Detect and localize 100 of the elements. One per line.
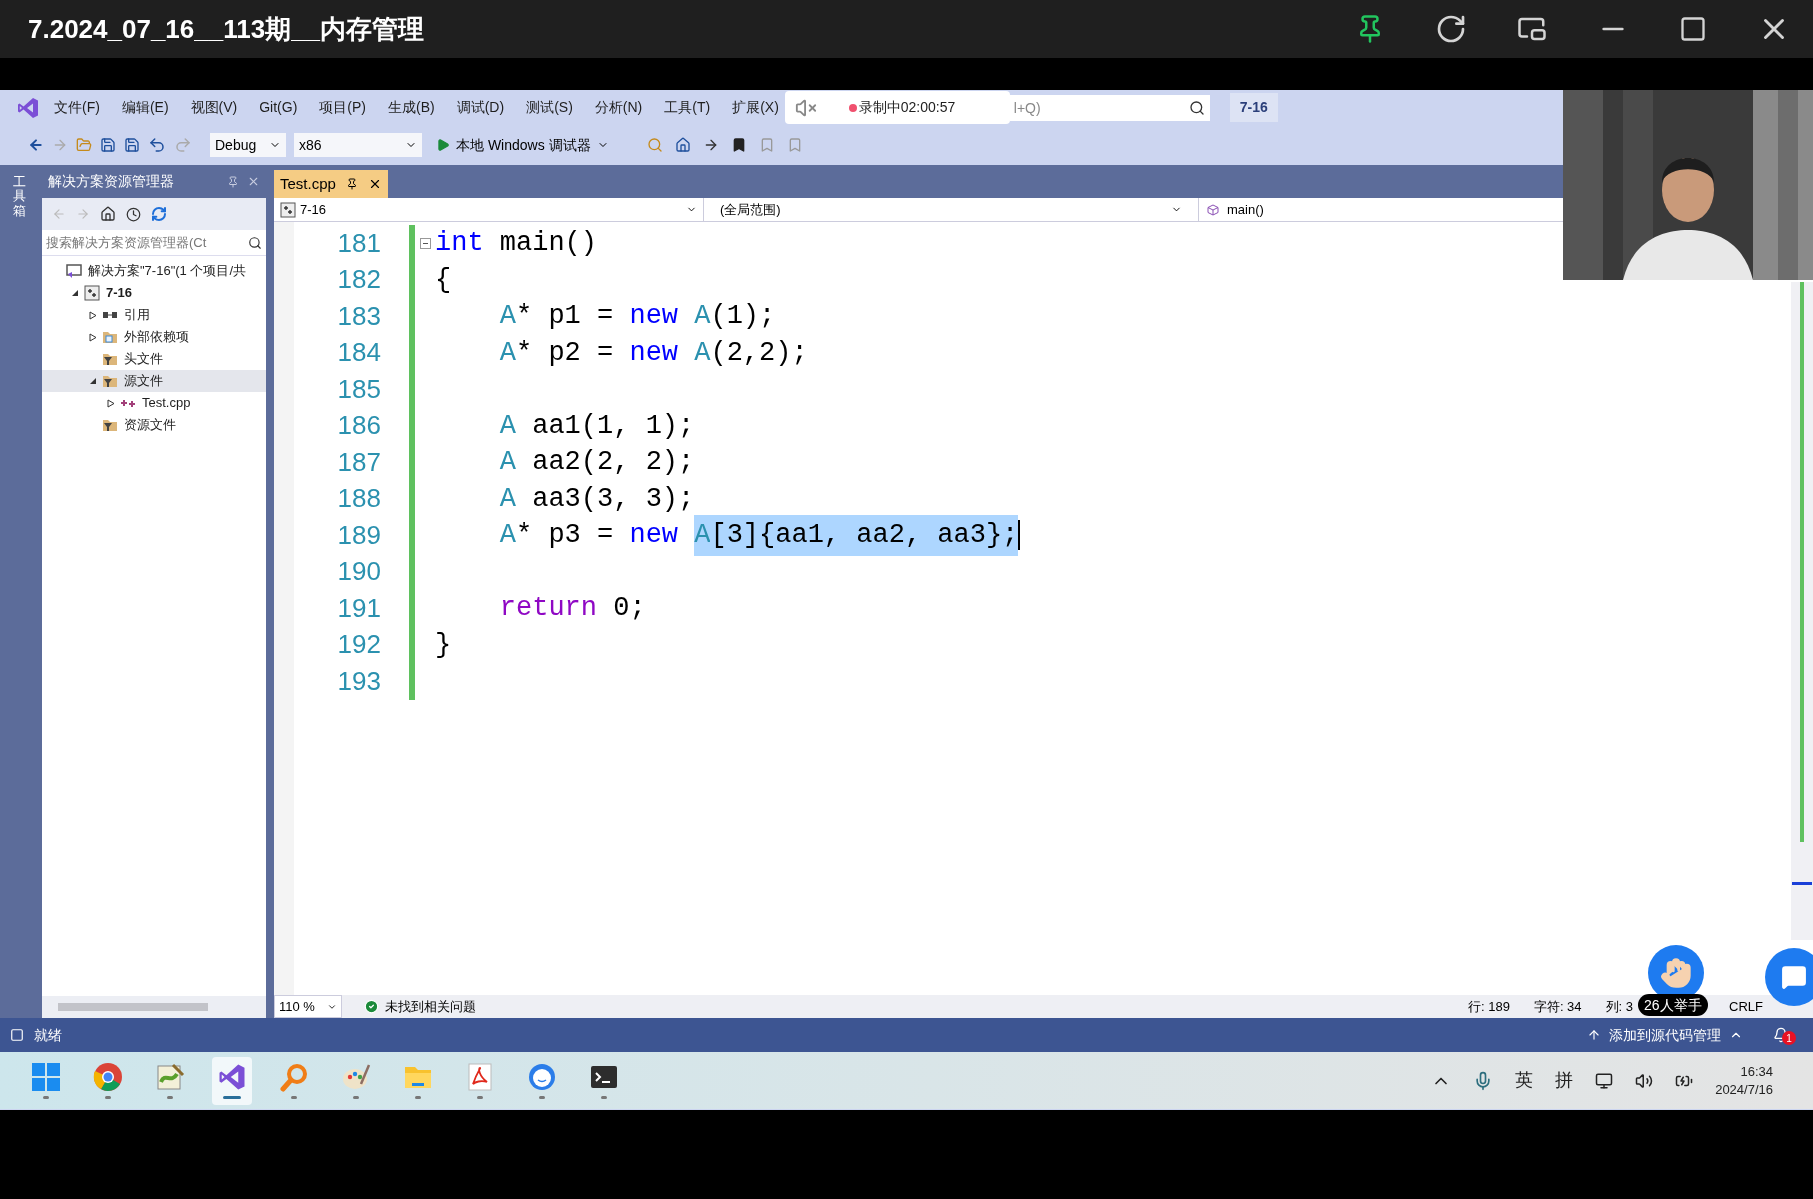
save-all-icon[interactable]: [124, 137, 140, 153]
tree-item[interactable]: 7-16: [42, 282, 266, 304]
expanded-arrow-icon[interactable]: [71, 289, 79, 297]
menu-item[interactable]: 分析(N): [594, 97, 643, 118]
toolbox-tab[interactable]: 工具箱: [12, 175, 26, 1018]
home-icon[interactable]: [100, 206, 116, 222]
code-line: {: [435, 263, 452, 297]
volume-icon[interactable]: [1635, 1071, 1654, 1090]
raise-hand-count[interactable]: 26人举手: [1638, 994, 1708, 1016]
char-position: 字符: 34: [1533, 997, 1582, 1016]
ime-mode[interactable]: 拼: [1555, 1067, 1574, 1094]
menu-item[interactable]: 编辑(E): [121, 97, 169, 118]
menu-item[interactable]: 文件(F): [54, 97, 100, 118]
back-icon[interactable]: [28, 137, 44, 153]
search-icon[interactable]: [1183, 94, 1210, 121]
horizontal-scrollbar[interactable]: [42, 996, 266, 1018]
search-field[interactable]: 搜索解决方案资源管理器(Ct: [42, 230, 266, 256]
filter-folder-icon: [102, 351, 118, 367]
menu-item[interactable]: Git(G): [259, 97, 298, 118]
collapsed-arrow-icon[interactable]: [89, 310, 97, 320]
line-number: 181: [336, 226, 382, 260]
line-number: 185: [336, 372, 382, 406]
menu-item[interactable]: 生成(B): [388, 97, 435, 118]
filter-folder-icon: [102, 373, 118, 389]
menu-item[interactable]: 项目(P): [319, 97, 366, 118]
menu-item[interactable]: 调试(D): [456, 97, 505, 118]
source-control-button[interactable]: 添加到源代码管理: [1587, 1024, 1743, 1046]
tree-item[interactable]: 资源文件: [42, 414, 266, 436]
line-number: 186: [336, 409, 382, 443]
line-number: 188: [336, 482, 382, 516]
line-number: 182: [336, 263, 382, 297]
refresh-icon[interactable]: [1435, 13, 1467, 45]
editor-tab[interactable]: Test.cpp: [274, 170, 388, 198]
line-number: 187: [336, 445, 382, 479]
menu-item[interactable]: 工具(T): [664, 97, 711, 118]
tree-item[interactable]: 外部依赖项: [42, 326, 266, 348]
line-position: 行: 189: [1467, 997, 1510, 1016]
line-number: 193: [336, 664, 382, 698]
tree-item[interactable]: 源文件: [42, 370, 266, 392]
smiley-app-icon[interactable]: [527, 1062, 557, 1092]
taskbar-app[interactable]: [212, 1056, 252, 1105]
code-line: A* p2 = new A(2,2);: [498, 336, 808, 370]
collapsed-arrow-icon[interactable]: [89, 332, 97, 342]
vertical-scrollbar[interactable]: [1791, 282, 1813, 940]
notepad-icon[interactable]: [155, 1062, 185, 1092]
pin-icon[interactable]: [345, 178, 358, 190]
collapsed-arrow-icon[interactable]: [107, 398, 115, 408]
tree-item[interactable]: Test.cpp: [42, 392, 266, 414]
save-icon[interactable]: [100, 137, 116, 153]
menu-item[interactable]: 测试(S): [526, 97, 573, 118]
start-icon[interactable]: [31, 1062, 61, 1092]
status-text: 就绪: [34, 1025, 62, 1045]
column-position: 列: 3: [1605, 997, 1634, 1016]
ime-language[interactable]: 英: [1515, 1067, 1534, 1094]
tree-item[interactable]: 解决方案"7-16"(1 个项目/共: [42, 260, 266, 282]
line-number: 190: [336, 555, 382, 589]
chat-icon: [1781, 964, 1807, 990]
pdf-icon[interactable]: [465, 1062, 495, 1092]
menu-item[interactable]: 视图(V): [190, 97, 238, 118]
code-line: A aa1(1, 1);: [498, 409, 695, 443]
play-icon: [436, 138, 450, 152]
member-dropdown[interactable]: main(): [1199, 198, 1399, 221]
project-dropdown[interactable]: 7-16: [274, 198, 704, 221]
line-number: 189: [336, 518, 382, 552]
network-icon[interactable]: [1595, 1071, 1614, 1090]
expanded-arrow-icon[interactable]: [89, 377, 97, 385]
menu-item[interactable]: 扩展(X): [732, 97, 779, 118]
tree-item[interactable]: 头文件: [42, 348, 266, 370]
history-icon[interactable]: [126, 206, 141, 222]
cube-icon: [1207, 203, 1219, 216]
issues-status[interactable]: 未找到相关问题: [385, 996, 476, 1017]
clock-date[interactable]: 2024/7/16: [1715, 1080, 1773, 1099]
platform-dropdown[interactable]: x86: [294, 133, 422, 157]
undo-icon[interactable]: [148, 136, 166, 154]
configuration-dropdown[interactable]: Debug: [210, 133, 286, 157]
home-icon[interactable]: [674, 137, 691, 153]
code-line: A aa3(3, 3);: [498, 482, 695, 516]
raise-hand-icon[interactable]: [1660, 957, 1692, 989]
search-icon[interactable]: [248, 235, 262, 250]
palette-icon[interactable]: [341, 1062, 371, 1092]
run-debugger-button[interactable]: 本地 Windows 调试器: [436, 134, 609, 156]
project-name-badge: 7-16: [1229, 93, 1278, 122]
search-field[interactable]: l+Q): [1009, 94, 1184, 121]
maximize-icon[interactable]: [1679, 15, 1707, 43]
line-ending: CRLF: [1729, 997, 1763, 1016]
browser-icon[interactable]: [93, 1062, 123, 1092]
clock-time[interactable]: 16:34: [1740, 1062, 1773, 1081]
filter-folder-icon: [102, 417, 118, 433]
zoom-dropdown[interactable]: 110 %: [274, 995, 342, 1018]
check-icon: [364, 999, 379, 1014]
code-line: int main(): [435, 227, 598, 260]
status-icon: [10, 1028, 24, 1042]
scope-dropdown[interactable]: (全局范围): [704, 198, 1199, 221]
collapse-icon[interactable]: [419, 237, 431, 249]
code-line: }: [435, 628, 452, 662]
line-number: 183: [336, 299, 382, 333]
line-number: 184: [336, 336, 382, 370]
sync-icon[interactable]: [151, 206, 167, 222]
code-line: A* p1 = new A(1);: [498, 300, 776, 333]
tree-item[interactable]: 引用: [42, 304, 266, 326]
